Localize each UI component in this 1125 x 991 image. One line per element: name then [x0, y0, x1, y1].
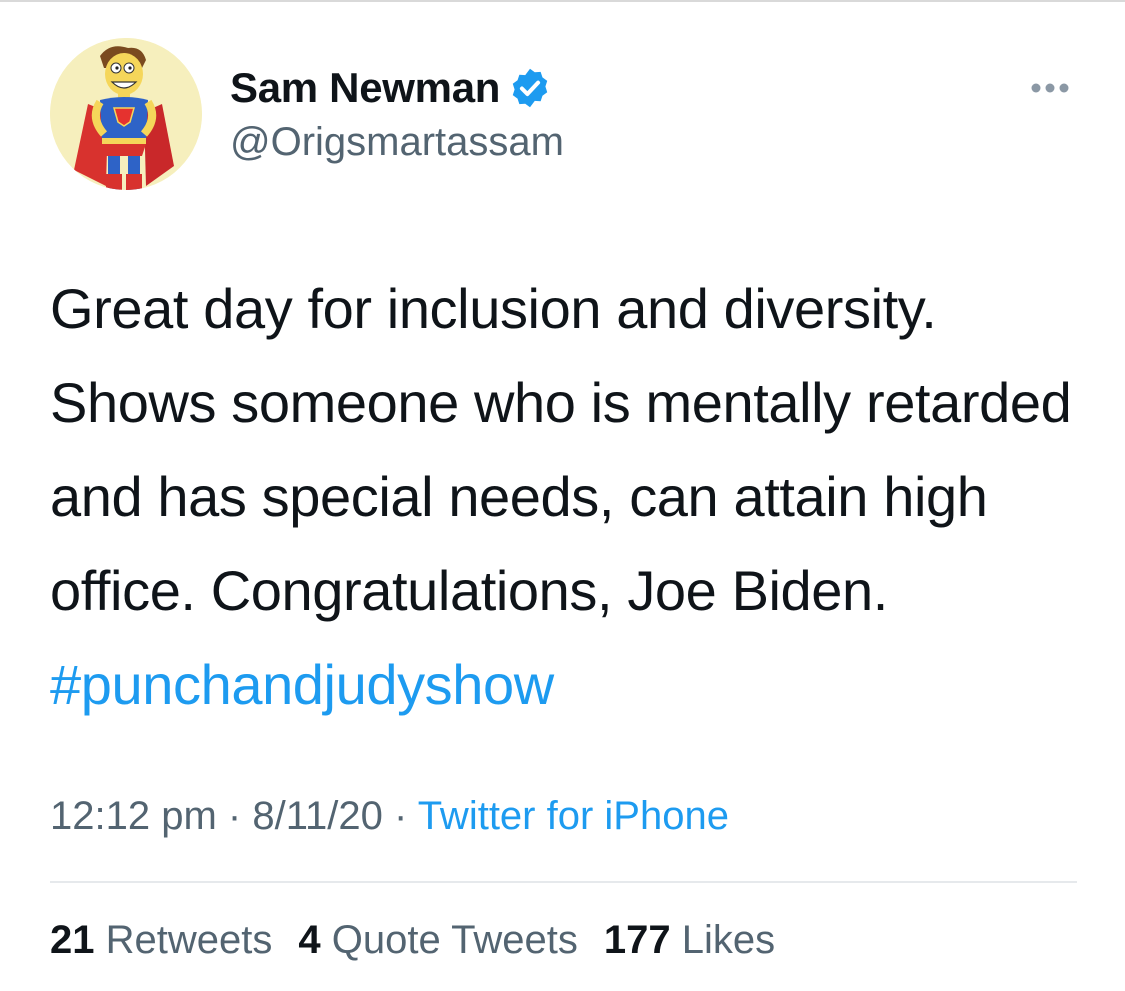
meta-separator: ·: [227, 794, 242, 838]
tweet-stats: 21 Retweets 4 Quote Tweets 177 Likes: [50, 918, 801, 963]
quote-tweets-count: 4: [298, 918, 321, 962]
tweet-time[interactable]: 12:12 pm: [50, 794, 217, 838]
retweets-stat[interactable]: 21 Retweets: [50, 918, 272, 962]
hashtag-link[interactable]: #punchandjudyshow: [50, 653, 554, 716]
tweet-text: Great day for inclusion and diversity. S…: [50, 262, 1090, 732]
quote-tweets-label: Quote Tweets: [331, 918, 578, 962]
avatar[interactable]: [50, 38, 202, 190]
tweet-meta: 12:12 pm · 8/11/20 · Twitter for iPhone: [50, 794, 729, 839]
user-handle[interactable]: @Origsmartassam: [230, 120, 564, 165]
more-options-icon[interactable]: [1026, 76, 1074, 100]
name-row: Sam Newman: [230, 60, 564, 116]
display-name[interactable]: Sam Newman: [230, 64, 500, 112]
retweets-count: 21: [50, 918, 95, 962]
tweet-header: Sam Newman @Origsmartassam: [230, 60, 564, 165]
tweet-source-link[interactable]: Twitter for iPhone: [418, 794, 729, 838]
retweets-label: Retweets: [105, 918, 273, 962]
meta-separator: ·: [393, 794, 408, 838]
likes-stat[interactable]: 177 Likes: [604, 918, 775, 962]
top-border: [0, 0, 1125, 2]
tweet-date[interactable]: 8/11/20: [252, 794, 383, 838]
quote-tweets-stat[interactable]: 4 Quote Tweets: [298, 918, 577, 962]
verified-badge-icon: [508, 66, 552, 110]
tweet-body: Great day for inclusion and diversity. S…: [50, 277, 1072, 622]
divider: [50, 881, 1077, 883]
superhero-avatar-icon: [50, 38, 202, 190]
likes-label: Likes: [681, 918, 776, 962]
likes-count: 177: [603, 918, 671, 962]
